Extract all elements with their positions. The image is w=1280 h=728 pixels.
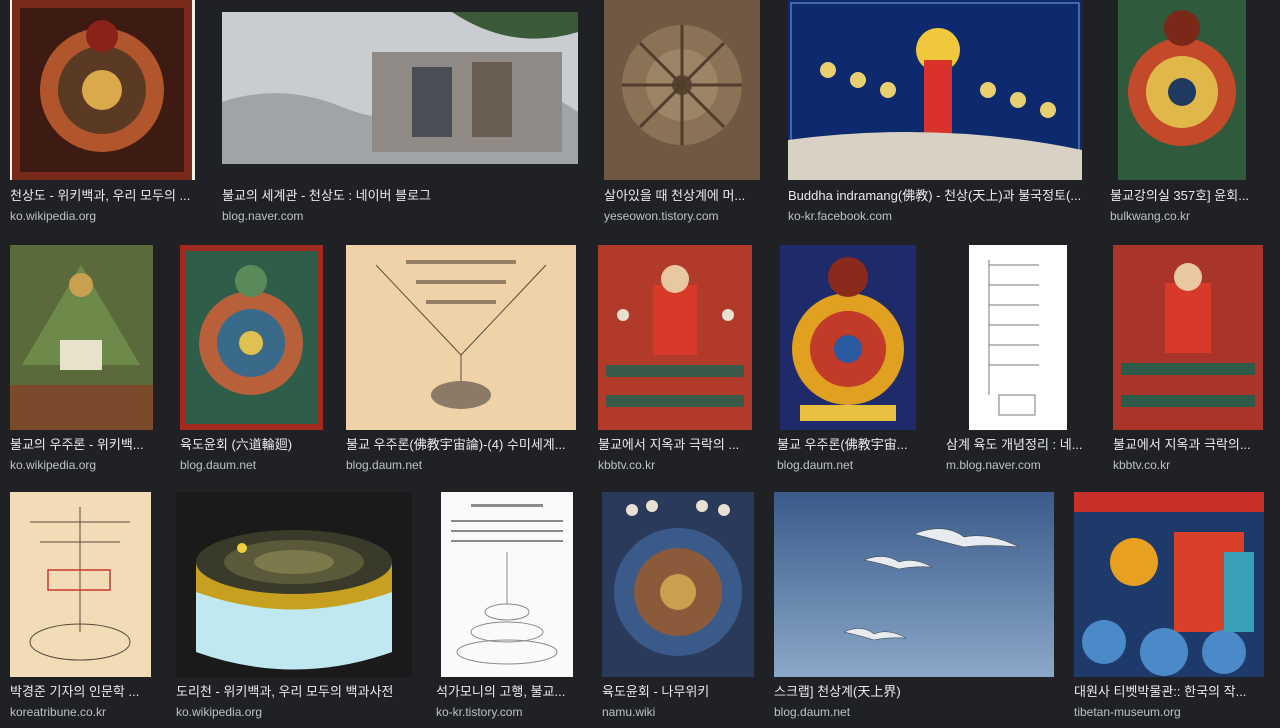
result-caption[interactable]: 불교에서 지옥과 극락의... — [1113, 437, 1263, 453]
result-thumbnail[interactable] — [1113, 245, 1263, 430]
result-caption[interactable]: 스크랩] 천상계(天上界) — [774, 684, 1054, 700]
result-thumbnail[interactable] — [780, 245, 916, 430]
result-thumbnail[interactable] — [222, 12, 578, 164]
result-caption[interactable]: 불교강의실 357호] 윤회... — [1110, 188, 1255, 204]
result-caption[interactable]: 박경준 기자의 인문학 ... — [10, 684, 155, 700]
result-caption[interactable]: 천상도 - 위키백과, 우리 모두의 ... — [10, 188, 195, 204]
image-result-18[interactable]: 대원사 티벳박물관:: 한국의 작... tibetan-museum.org — [1074, 492, 1264, 722]
result-source: blog.naver.com — [222, 209, 304, 223]
result-source: kbbtv.co.kr — [598, 458, 656, 472]
result-thumbnail[interactable] — [346, 245, 576, 430]
result-source: ko.wikipedia.org — [10, 458, 97, 472]
image-result-17[interactable]: 스크랩] 천상계(天上界) blog.daum.net — [774, 492, 1054, 722]
result-source: bulkwang.co.kr — [1110, 209, 1191, 223]
result-thumbnail[interactable] — [1074, 492, 1264, 677]
image-result-13[interactable]: 박경준 기자의 인문학 ... koreatribune.co.kr — [10, 492, 155, 722]
result-caption[interactable]: 불교의 세계관 - 천상도 : 네이버 블로그 — [222, 188, 578, 204]
image-result-6[interactable]: 불교의 우주론 - 위키백... ko.wikipedia.org — [10, 245, 155, 475]
result-source: ko-kr.tistory.com — [436, 705, 523, 719]
result-source: ko.wikipedia.org — [10, 209, 97, 223]
result-thumbnail[interactable] — [598, 245, 752, 430]
result-caption[interactable]: 육도윤회 (六道輪廻) — [180, 437, 325, 453]
image-result-7[interactable]: 육도윤회 (六道輪廻) blog.daum.net — [180, 245, 325, 475]
result-caption[interactable]: Buddha indramang(佛教) - 천상(天上)과 불국정토(... — [788, 188, 1084, 204]
result-thumbnail[interactable] — [441, 492, 573, 677]
result-source: yeseowon.tistory.com — [604, 209, 719, 223]
image-result-12[interactable]: 불교에서 지옥과 극락의... kbbtv.co.kr — [1113, 245, 1263, 475]
image-result-14[interactable]: 도리천 - 위키백과, 우리 모두의 백과사전 ko.wikipedia.org — [176, 492, 412, 722]
result-thumbnail[interactable] — [774, 492, 1054, 677]
result-caption[interactable]: 불교 우주론(佛教宇宙... — [777, 437, 917, 453]
result-source: tibetan-museum.org — [1074, 705, 1181, 719]
result-caption[interactable]: 불교의 우주론 - 위키백... — [10, 437, 155, 453]
image-result-16[interactable]: 육도윤회 - 나무위키 namu.wiki — [602, 492, 756, 722]
result-thumbnail[interactable] — [1118, 0, 1246, 180]
result-caption[interactable]: 살아있을 때 천상계에 머... — [604, 188, 762, 204]
result-caption[interactable]: 대원사 티벳박물관:: 한국의 작... — [1074, 684, 1264, 700]
result-caption[interactable]: 석가모니의 고행, 불교... — [436, 684, 576, 700]
result-thumbnail[interactable] — [10, 245, 153, 430]
image-result-10[interactable]: 불교 우주론(佛教宇宙... blog.daum.net — [777, 245, 917, 475]
result-source: ko.wikipedia.org — [176, 705, 263, 719]
result-caption[interactable]: 불교 우주론(佛教宇宙論)-(4) 수미세계... — [346, 437, 576, 453]
result-thumbnail[interactable] — [788, 0, 1082, 180]
image-result-3[interactable]: 살아있을 때 천상계에 머... yeseowon.tistory.com — [604, 0, 762, 228]
result-caption[interactable]: 도리천 - 위키백과, 우리 모두의 백과사전 — [176, 684, 412, 700]
result-thumbnail[interactable] — [969, 245, 1067, 430]
image-result-11[interactable]: 삼계 육도 개념정리 : 네... m.blog.naver.com — [946, 245, 1091, 475]
result-thumbnail[interactable] — [176, 492, 412, 677]
image-result-1[interactable]: 천상도 - 위키백과, 우리 모두의 ... ko.wikipedia.org — [10, 0, 195, 228]
result-source: kbbtv.co.kr — [1113, 458, 1171, 472]
result-source: blog.daum.net — [346, 458, 423, 472]
result-thumbnail[interactable] — [10, 0, 195, 180]
result-source: blog.daum.net — [180, 458, 257, 472]
result-source: blog.daum.net — [774, 705, 851, 719]
result-caption[interactable]: 삼계 육도 개념정리 : 네... — [946, 437, 1091, 453]
result-source: koreatribune.co.kr — [10, 705, 107, 719]
result-thumbnail[interactable] — [180, 245, 323, 430]
image-result-9[interactable]: 불교에서 지옥과 극락의 ... kbbtv.co.kr — [598, 245, 753, 475]
result-thumbnail[interactable] — [602, 492, 754, 677]
image-result-4[interactable]: Buddha indramang(佛教) - 천상(天上)과 불국정토(... … — [788, 0, 1084, 228]
result-caption[interactable]: 불교에서 지옥과 극락의 ... — [598, 437, 753, 453]
image-result-5[interactable]: 불교강의실 357호] 윤회... bulkwang.co.kr — [1110, 0, 1255, 228]
image-result-15[interactable]: 석가모니의 고행, 불교... ko-kr.tistory.com — [436, 492, 576, 722]
result-thumbnail[interactable] — [604, 0, 760, 180]
result-source: namu.wiki — [602, 705, 656, 719]
result-thumbnail[interactable] — [10, 492, 151, 677]
result-source: blog.daum.net — [777, 458, 854, 472]
result-source: m.blog.naver.com — [946, 458, 1041, 472]
image-result-8[interactable]: 불교 우주론(佛教宇宙論)-(4) 수미세계... blog.daum.net — [346, 245, 576, 475]
result-caption[interactable]: 육도윤회 - 나무위키 — [602, 684, 756, 700]
result-source: ko-kr.facebook.com — [788, 209, 893, 223]
image-result-2[interactable]: 불교의 세계관 - 천상도 : 네이버 블로그 blog.naver.com — [222, 0, 578, 228]
